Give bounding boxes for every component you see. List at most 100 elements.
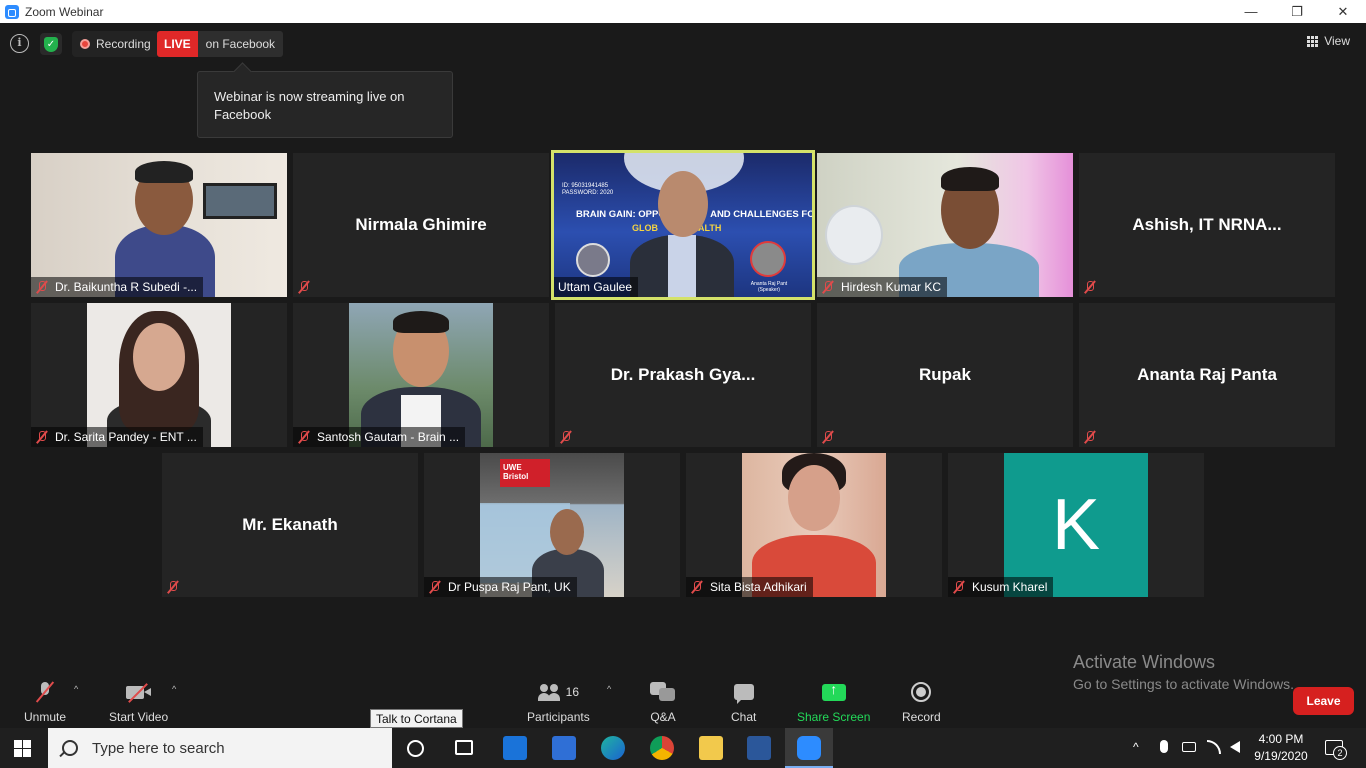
- mail-icon[interactable]: [503, 736, 527, 760]
- microphone-tray-icon[interactable]: [1160, 740, 1168, 753]
- restore-button[interactable]: ❐: [1274, 0, 1320, 23]
- uwe-sign: UWE Bristol: [500, 459, 550, 487]
- taskbar-search-box[interactable]: Type here to search: [48, 728, 392, 768]
- participant-video: [87, 303, 231, 447]
- participant-display-name: Dr. Prakash Gya...: [610, 365, 756, 384]
- show-hidden-icons-icon[interactable]: ^: [1133, 740, 1139, 754]
- chat-button[interactable]: Chat: [731, 680, 756, 724]
- slide-id-text: ID: 95031941485 PASSWORD: 2020: [562, 183, 614, 196]
- qa-icon: [650, 682, 676, 702]
- person-shirt: [668, 235, 696, 297]
- participant-name-label: Santosh Gautam - Brain ...: [293, 427, 466, 447]
- participant-display-name: Ashish, IT NRNA...: [1132, 215, 1282, 234]
- live-stream-indicator[interactable]: LIVE on Facebook: [157, 31, 284, 57]
- file-explorer-icon[interactable]: [699, 736, 723, 760]
- battery-icon[interactable]: [1182, 742, 1196, 752]
- mic-muted-icon: [33, 680, 57, 704]
- video-options-caret-icon[interactable]: ^: [172, 684, 176, 694]
- zoom-taskbar-button[interactable]: [785, 728, 833, 768]
- participant-tile[interactable]: Hirdesh Kumar KC: [817, 153, 1073, 297]
- leave-button[interactable]: Leave: [1293, 687, 1354, 715]
- view-label: View: [1324, 34, 1350, 48]
- participants-button[interactable]: 16 Participants: [527, 680, 590, 724]
- participant-tile[interactable]: Dr. Baikuntha R Subedi -...: [31, 153, 287, 297]
- participant-tile[interactable]: Rupak: [817, 303, 1073, 447]
- mic-muted-icon: [297, 430, 311, 444]
- participant-tile[interactable]: Dr. Prakash Gya...: [555, 303, 811, 447]
- clock-date: 9/19/2020: [1254, 749, 1308, 763]
- taskbar-clock[interactable]: 4:00 PM 9/19/2020: [1250, 731, 1312, 765]
- chrome-browser-icon[interactable]: [650, 736, 674, 760]
- info-icon[interactable]: i: [10, 34, 29, 53]
- grid-view-icon: [1307, 35, 1319, 47]
- mic-muted-icon: [428, 580, 442, 594]
- participant-name: Dr. Baikuntha R Subedi -...: [55, 280, 198, 294]
- share-screen-button[interactable]: Share Screen: [797, 680, 871, 725]
- fan-object: [825, 205, 883, 265]
- participant-tile[interactable]: Nirmala Ghimire: [293, 153, 549, 297]
- slide-speaker-caption: Ananta Raj Pant (Speaker): [750, 281, 788, 293]
- participant-name: Dr Puspa Raj Pant, UK: [448, 580, 571, 594]
- participant-display-name: Nirmala Ghimire: [355, 215, 487, 234]
- streaming-tooltip: Webinar is now streaming live on Faceboo…: [197, 71, 453, 138]
- minimize-button[interactable]: —: [1228, 0, 1274, 23]
- windows-taskbar: Type here to search ^ 4:00 PM 9/19/2020 …: [0, 728, 1366, 768]
- participant-video: [349, 303, 493, 447]
- view-button[interactable]: View: [1307, 34, 1350, 48]
- participant-video: ID: 95031941485 PASSWORD: 2020 BRAIN GAI…: [554, 153, 812, 297]
- participant-display-name: Mr. Ekanath: [242, 515, 338, 534]
- participant-tile[interactable]: Dr. Sarita Pandey - ENT ...: [31, 303, 287, 447]
- audio-options-caret-icon[interactable]: ^: [74, 684, 78, 694]
- task-view-icon[interactable]: [455, 740, 473, 755]
- person-head: [133, 323, 185, 391]
- participant-name-label: Kusum Kharel: [948, 577, 1054, 597]
- participants-options-caret-icon[interactable]: ^: [607, 684, 611, 694]
- close-button[interactable]: ✕: [1320, 0, 1366, 23]
- edge-browser-icon[interactable]: [601, 736, 625, 760]
- live-target-label: on Facebook: [197, 31, 284, 57]
- participant-name: Uttam Gaulee: [558, 280, 633, 294]
- participant-video: [31, 153, 287, 297]
- participant-video: UWE Bristol: [480, 453, 624, 597]
- zoom-icon: [797, 736, 821, 760]
- participant-name-label: Dr Puspa Raj Pant, UK: [424, 577, 577, 597]
- chat-icon: [733, 684, 754, 704]
- participant-display-name: Ananta Raj Panta: [1137, 365, 1277, 384]
- notification-count-badge: 2: [1333, 746, 1347, 760]
- cortana-icon[interactable]: [407, 740, 424, 757]
- mic-muted-icon: [1083, 430, 1097, 444]
- participant-name-label: Sita Bista Adhikari: [686, 577, 813, 597]
- participant-tile[interactable]: Ashish, IT NRNA...: [1079, 153, 1335, 297]
- wifi-icon[interactable]: [1207, 740, 1221, 754]
- windows-start-icon[interactable]: [14, 740, 31, 757]
- security-shield-icon[interactable]: ✓: [40, 33, 62, 55]
- start-video-button[interactable]: Start Video: [109, 680, 168, 724]
- person-hair: [135, 161, 193, 183]
- participant-name-label: Dr. Baikuntha R Subedi -...: [31, 277, 204, 297]
- participant-tile[interactable]: Santosh Gautam - Brain ...: [293, 303, 549, 447]
- participant-tile[interactable]: Mr. Ekanath: [162, 453, 418, 597]
- participant-name-label: [555, 427, 585, 447]
- participant-tile[interactable]: Sita Bista Adhikari: [686, 453, 942, 597]
- record-button[interactable]: Record: [902, 680, 941, 724]
- unmute-button[interactable]: Unmute: [24, 680, 66, 724]
- person-head: [788, 465, 840, 531]
- participant-tile[interactable]: K Kusum Kharel: [948, 453, 1204, 597]
- live-badge: LIVE: [157, 31, 198, 57]
- participant-tile[interactable]: Ananta Raj Panta: [1079, 303, 1335, 447]
- window-title: Zoom Webinar: [25, 4, 104, 19]
- window-titlebar: Zoom Webinar — ❐ ✕: [0, 0, 1366, 23]
- qa-button[interactable]: Q&A: [650, 680, 676, 724]
- participants-icon: [537, 683, 562, 701]
- participant-name: Kusum Kharel: [972, 580, 1048, 594]
- participants-label: Participants: [527, 710, 590, 724]
- word-icon[interactable]: [747, 736, 771, 760]
- participant-tile[interactable]: UWE Bristol Dr Puspa Raj Pant, UK: [424, 453, 680, 597]
- participant-tile-active-speaker[interactable]: ID: 95031941485 PASSWORD: 2020 BRAIN GAI…: [551, 150, 815, 300]
- mic-muted-icon: [1083, 280, 1097, 294]
- volume-icon[interactable]: [1230, 741, 1240, 753]
- microsoft-store-icon[interactable]: [552, 736, 576, 760]
- recording-indicator[interactable]: Recording: [72, 31, 159, 57]
- share-screen-label: Share Screen: [797, 710, 871, 724]
- participant-name: Hirdesh Kumar KC: [841, 280, 942, 294]
